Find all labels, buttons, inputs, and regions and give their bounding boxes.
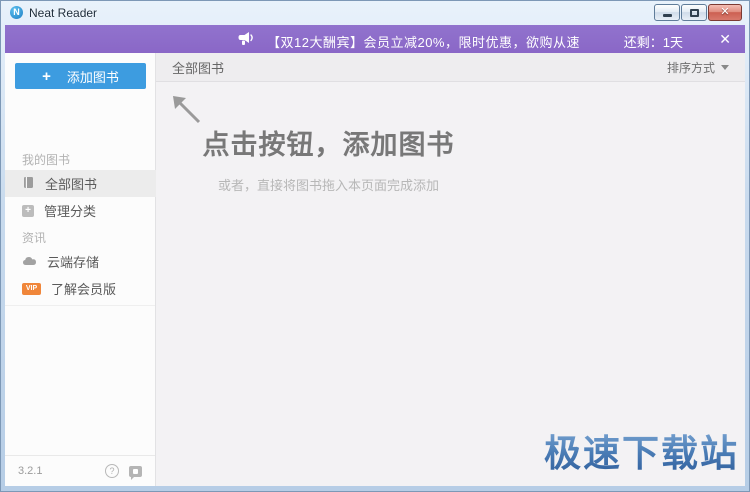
- maximize-icon: [690, 9, 699, 17]
- promo-text: 【双12大酬宾】会员立减20%，限时优惠，欲购从速: [267, 32, 580, 51]
- sort-dropdown[interactable]: 排序方式: [667, 59, 729, 76]
- sidebar-divider: [5, 305, 155, 306]
- close-button[interactable]: ✕: [708, 4, 742, 21]
- plus-icon: +: [42, 69, 51, 84]
- help-icon[interactable]: ?: [105, 464, 119, 478]
- promo-countdown: 还剩：1天: [624, 32, 683, 51]
- sidebar-item-vip[interactable]: VIP 了解会员版: [5, 275, 156, 302]
- minimize-icon: [663, 14, 672, 17]
- feedback-icon[interactable]: [129, 466, 142, 477]
- plus-square-icon: +: [22, 205, 34, 217]
- book-icon: [22, 176, 35, 192]
- title-bar: N Neat Reader ✕: [1, 1, 749, 25]
- app-window: N Neat Reader ✕ 【双12大酬宾】会员立减20%，限时优惠，欲购从…: [0, 0, 750, 492]
- promo-banner: 【双12大酬宾】会员立减20%，限时优惠，欲购从速 还剩：1天 ✕: [5, 25, 745, 53]
- close-icon: ✕: [720, 7, 729, 18]
- sidebar: + 添加图书 我的图书 全部图书 + 管理分类 资讯: [5, 53, 156, 486]
- page-title: 全部图书: [172, 58, 224, 77]
- vip-badge-icon: VIP: [22, 283, 41, 295]
- empty-state: 点击按钮，添加图书 或者，直接将图书拖入本页面完成添加: [156, 123, 501, 194]
- maximize-button[interactable]: [681, 4, 707, 21]
- chevron-down-icon: [721, 65, 729, 74]
- section-label-my-books: 我的图书: [22, 151, 70, 168]
- window-title: Neat Reader: [29, 6, 97, 20]
- minimize-button[interactable]: [654, 4, 680, 21]
- add-books-button[interactable]: + 添加图书: [15, 63, 146, 89]
- empty-state-subtitle: 或者，直接将图书拖入本页面完成添加: [156, 175, 501, 194]
- sidebar-item-manage-categories[interactable]: + 管理分类: [5, 197, 156, 224]
- main-area: 全部图书 排序方式 点击按钮，添加图书 或者，直接将图书拖入本页面完成添加 极速…: [156, 53, 745, 486]
- banner-close-icon[interactable]: ✕: [719, 31, 731, 47]
- main-header: 全部图书 排序方式: [156, 53, 745, 82]
- megaphone-icon: [238, 32, 255, 51]
- app-logo-icon: N: [10, 6, 23, 19]
- sidebar-item-all-books[interactable]: 全部图书: [5, 170, 156, 197]
- sidebar-footer: 3.2.1 ?: [5, 455, 155, 486]
- watermark: 极速下载站: [544, 423, 739, 477]
- sidebar-item-cloud-storage[interactable]: 云端存储: [5, 248, 156, 275]
- version-label: 3.2.1: [18, 465, 42, 477]
- empty-state-title: 点击按钮，添加图书: [156, 123, 501, 162]
- section-label-news: 资讯: [22, 229, 46, 246]
- cloud-icon: [22, 254, 37, 269]
